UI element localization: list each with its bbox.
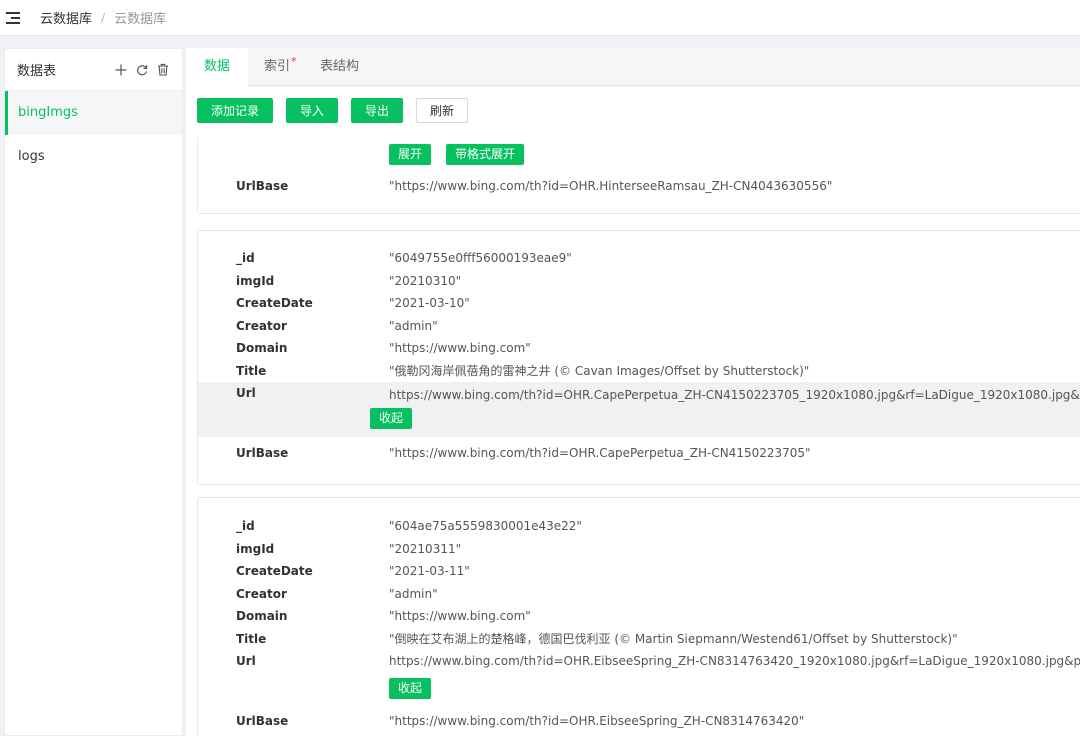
refresh-button[interactable]: 刷新: [416, 98, 469, 123]
field-key: Creator: [236, 587, 287, 601]
field-value: "604ae75a5559830001e43e22": [389, 519, 582, 533]
field-value: "20210311": [389, 542, 462, 556]
record-card: _id "604ae75a5559830001e43e22" imgId "20…: [197, 497, 1080, 736]
field-key: Title: [236, 632, 267, 646]
breadcrumb-separator: /: [101, 10, 106, 25]
field-key: _id: [236, 251, 255, 265]
field-key: _id: [236, 519, 255, 533]
breadcrumb-item-current: 云数据库: [114, 12, 167, 27]
record-card: _id "6049755e0fff56000193eae9" imgId "20…: [197, 230, 1080, 485]
field-value: "2021-03-11": [389, 564, 470, 578]
field-key: UrlBase: [236, 714, 289, 728]
field-key: Url: [236, 654, 256, 668]
field-value: "https://www.bing.com/th?id=OHR.CapePerp…: [389, 446, 811, 460]
field-key: CreateDate: [236, 564, 313, 578]
format-expand-button[interactable]: 带格式展开: [446, 144, 525, 165]
top-bar: 云数据库 / 云数据库: [0, 0, 1080, 36]
add-record-button[interactable]: 添加记录: [197, 98, 274, 123]
record-list: 展开 带格式展开 UrlBase "https://www.bing.com/t…: [197, 137, 1080, 736]
record-field-row: CreateDate "2021-03-10": [198, 292, 1080, 314]
field-value: "俄勒冈海岸佩蓓角的雷神之井 (© Cavan Images/Offset by…: [389, 364, 810, 378]
collapse-button[interactable]: 收起: [389, 678, 432, 699]
menu-toggle-icon[interactable]: [6, 11, 22, 25]
field-value: "https://www.bing.com/th?id=OHR.Hinterse…: [389, 179, 833, 193]
record-field-row: Domain "https://www.bing.com": [198, 337, 1080, 359]
data-panel: 添加记录 导入 导出 刷新 展开 带格式展开 UrlBase "https://…: [186, 87, 1080, 736]
field-key: UrlBase: [236, 446, 289, 460]
collections-sidebar: 数据表 bingImgs logs: [4, 48, 183, 736]
record-field-row: imgId "20210310": [198, 270, 1080, 292]
record-field-row: _id "604ae75a5559830001e43e22": [198, 515, 1080, 537]
field-key: Creator: [236, 319, 287, 333]
sidebar-item-logs[interactable]: logs: [5, 135, 182, 179]
record-field-row: Title "俄勒冈海岸佩蓓角的雷神之井 (© Cavan Images/Off…: [198, 360, 1080, 382]
field-value: "https://www.bing.com": [389, 609, 531, 623]
tab-schema[interactable]: 表结构: [308, 48, 359, 86]
record-field-row: UrlBase "https://www.bing.com/th?id=OHR.…: [198, 175, 1080, 197]
record-field-row: Domain "https://www.bing.com": [198, 605, 1080, 627]
record-field-row: UrlBase "https://www.bing.com/th?id=OHR.…: [198, 710, 1080, 732]
field-key: imgId: [236, 542, 275, 556]
tab-index-label: 索引: [264, 59, 291, 74]
field-key: Title: [236, 364, 267, 378]
record-field-row: Title "倒映在艾布湖上的楚格峰，德国巴伐利亚 (© Martin Siep…: [198, 628, 1080, 650]
field-value: "https://www.bing.com": [389, 341, 531, 355]
field-value: "admin": [389, 319, 438, 333]
tab-schema-label: 表结构: [320, 59, 360, 74]
breadcrumb: 云数据库 / 云数据库: [40, 8, 167, 28]
field-value: "倒映在艾布湖上的楚格峰，德国巴伐利亚 (© Martin Siepmann/W…: [389, 632, 958, 646]
record-field-row: Creator "admin": [198, 583, 1080, 605]
record-field-row: Creator "admin": [198, 315, 1080, 337]
field-value: https://www.bing.com/th?id=OHR.EibseeSpr…: [389, 654, 1080, 668]
field-key: Domain: [236, 341, 288, 355]
data-toolbar: 添加记录 导入 导出 刷新: [197, 98, 469, 123]
sidebar-actions: [114, 63, 170, 77]
record-field-row: imgId "20210311": [198, 538, 1080, 560]
sidebar-header: 数据表: [5, 49, 182, 91]
field-key: Url: [236, 386, 256, 400]
field-value: "2021-03-10": [389, 296, 470, 310]
unsaved-marker: *: [291, 55, 297, 68]
record-field-row: UrlBase "https://www.bing.com/th?id=OHR.…: [198, 442, 1080, 464]
record-field-row: Url https://www.bing.com/th?id=OHR.Eibse…: [198, 650, 1080, 672]
tab-bar: 数据 索引* 表结构: [186, 48, 1080, 87]
field-key: imgId: [236, 274, 275, 288]
record-card: 展开 带格式展开 UrlBase "https://www.bing.com/t…: [197, 137, 1080, 214]
add-icon[interactable]: [114, 63, 128, 77]
tab-data-label: 数据: [203, 59, 230, 74]
record-field-row: CreateDate "2021-03-11": [198, 560, 1080, 582]
breadcrumb-item-root[interactable]: 云数据库: [40, 8, 92, 27]
collapse-button[interactable]: 收起: [370, 408, 413, 429]
tab-data[interactable]: 数据: [186, 48, 248, 87]
record-field-row-highlighted: Url https://www.bing.com/th?id=OHR.CapeP…: [198, 382, 1080, 437]
expand-button[interactable]: 展开: [389, 144, 432, 165]
record-field-row: _id "6049755e0fff56000193eae9": [198, 247, 1080, 269]
refresh-icon[interactable]: [135, 63, 149, 77]
field-value: "admin": [389, 587, 438, 601]
field-value: "https://www.bing.com/th?id=OHR.EibseeSp…: [389, 714, 805, 728]
field-key: UrlBase: [236, 179, 289, 193]
field-key: CreateDate: [236, 296, 313, 310]
import-button[interactable]: 导入: [286, 98, 339, 123]
field-value: "20210310": [389, 274, 462, 288]
tab-index[interactable]: 索引*: [250, 48, 308, 86]
field-value: https://www.bing.com/th?id=OHR.CapePerpe…: [389, 388, 1080, 402]
export-button[interactable]: 导出: [351, 98, 404, 123]
delete-icon[interactable]: [156, 63, 170, 77]
field-value: "6049755e0fff56000193eae9": [389, 251, 572, 265]
field-key: Domain: [236, 609, 288, 623]
sidebar-title: 数据表: [17, 64, 57, 79]
sidebar-item-bingimgs[interactable]: bingImgs: [5, 91, 182, 135]
